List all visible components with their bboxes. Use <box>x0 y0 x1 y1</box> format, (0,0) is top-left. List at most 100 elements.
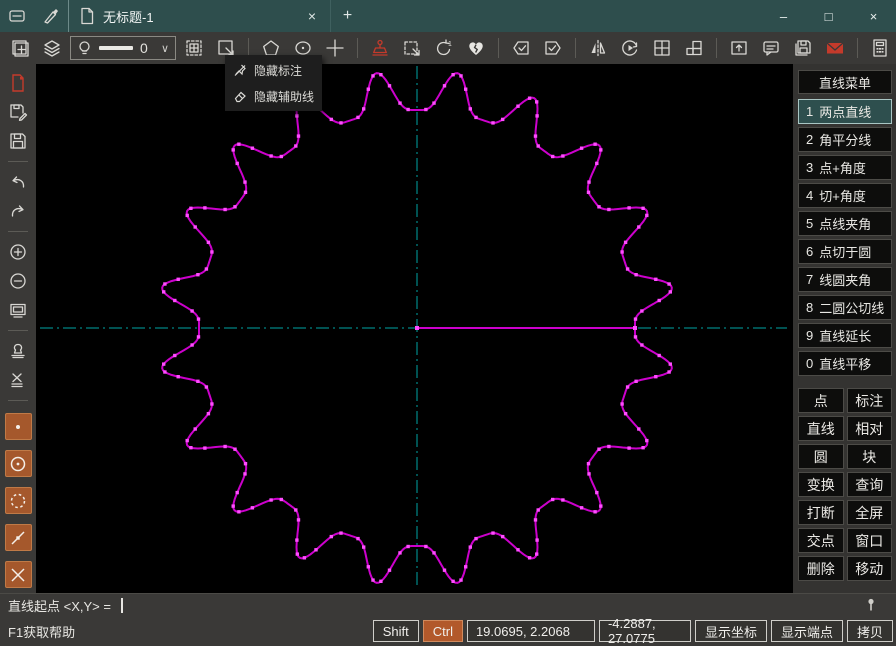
menu-item-line-circle-angle[interactable]: 7 线圆夹角 <box>798 267 892 292</box>
save-all-button[interactable] <box>789 35 817 61</box>
tab-title: 无标题-1 <box>103 7 294 26</box>
line-node-tool-button[interactable] <box>5 524 32 551</box>
tag-check-out-button[interactable] <box>539 35 567 61</box>
line-style-combobox[interactable]: 0 ∨ <box>70 36 176 60</box>
fit-view-icon <box>8 300 28 320</box>
hide-pin-icon <box>233 63 247 77</box>
copy-button[interactable]: 拷贝 <box>847 620 893 642</box>
heart-button[interactable] <box>462 35 490 61</box>
mail-icon <box>825 38 845 58</box>
grid-table-button[interactable] <box>180 35 208 61</box>
grid-button-circle[interactable]: 圆 <box>798 444 844 469</box>
zoom-out-button[interactable] <box>6 270 30 292</box>
grid-button-block[interactable]: 块 <box>847 444 893 469</box>
mirror-button[interactable] <box>584 35 612 61</box>
new-window-button[interactable] <box>6 35 34 61</box>
drawing-canvas[interactable] <box>36 64 793 593</box>
hide-guides-menu-item[interactable]: 隐藏辅助线 <box>225 83 322 109</box>
ctrl-toggle-button[interactable]: Ctrl <box>423 620 463 642</box>
brush-tool-button[interactable] <box>34 0 68 32</box>
right-panel: 直线菜单 1两点直线 2角平分线 3点+角度 4切+角度 5点线夹角 6点切于圆… <box>793 64 896 593</box>
grid-button-line[interactable]: 直线 <box>798 416 844 441</box>
menu-item-point-angle[interactable]: 3点+角度 <box>798 155 892 180</box>
menu-title: 直线菜单 <box>798 70 892 94</box>
new-tab-button[interactable]: + <box>330 0 364 32</box>
pin-icon[interactable] <box>864 597 878 613</box>
grid-button-query[interactable]: 查询 <box>847 472 893 497</box>
toolbar-separator <box>857 38 858 58</box>
menu-item-two-point-line[interactable]: 1两点直线 <box>798 99 892 124</box>
app-menu-button[interactable] <box>0 0 34 32</box>
grid-button-intersection[interactable]: 交点 <box>798 528 844 553</box>
dashed-circle-tool-button[interactable] <box>5 487 32 514</box>
grid-2x2-button[interactable] <box>648 35 676 61</box>
undo-button[interactable] <box>6 171 30 193</box>
fit-view-button[interactable] <box>6 299 30 321</box>
close-all-button[interactable] <box>6 369 30 391</box>
relative-coordinates-display: -4.2887, 27.0775 <box>599 620 691 642</box>
rotate-play-button[interactable] <box>616 35 644 61</box>
document-tab[interactable]: 无标题-1 × <box>68 0 330 32</box>
item-hotkey: 7 <box>806 272 813 287</box>
menu-item-label: 隐藏辅助线 <box>254 88 314 105</box>
rotate-once-button[interactable]: 1 <box>430 35 458 61</box>
zoom-out-icon <box>8 271 28 291</box>
point-icon <box>9 418 27 436</box>
title-bar: 无标题-1 × + – □ × <box>0 0 896 32</box>
left-toolbar-separator <box>8 400 28 401</box>
help-hint: F1获取帮助 <box>8 622 369 641</box>
command-input-bar[interactable]: 直线起点 <X,Y> = <box>0 593 896 616</box>
layers-button[interactable] <box>38 35 66 61</box>
grid-button-break[interactable]: 打断 <box>798 500 844 525</box>
menu-item-tangent-angle[interactable]: 4切+角度 <box>798 183 892 208</box>
menu-item-label: 隐藏标注 <box>254 62 302 79</box>
menu-item-common-tangent[interactable]: 8二圆公切线 <box>798 295 892 320</box>
tag-check-in-button[interactable] <box>507 35 535 61</box>
grid-button-delete[interactable]: 删除 <box>798 556 844 581</box>
grid-button-move[interactable]: 移动 <box>847 556 893 581</box>
item-label: 两点直线 <box>819 102 871 121</box>
grid-button-window[interactable]: 窗口 <box>847 528 893 553</box>
zoom-in-button[interactable] <box>6 241 30 263</box>
stamp-button[interactable] <box>6 340 30 362</box>
save-edit-button[interactable] <box>6 101 30 123</box>
minimize-button[interactable]: – <box>761 0 806 32</box>
circle-center-tool-button[interactable] <box>5 450 32 477</box>
menu-item-point-line-angle[interactable]: 5点线夹角 <box>798 211 892 236</box>
close-button[interactable]: × <box>851 0 896 32</box>
menu-item-angle-bisector[interactable]: 2角平分线 <box>798 127 892 152</box>
maximize-button[interactable]: □ <box>806 0 851 32</box>
grid-button-point[interactable]: 点 <box>798 388 844 413</box>
export-up-button[interactable] <box>725 35 753 61</box>
paste-selection-button[interactable] <box>398 35 426 61</box>
mail-button[interactable] <box>821 35 849 61</box>
delete-tool-button[interactable] <box>5 561 32 588</box>
point-tool-button[interactable] <box>5 413 32 440</box>
redo-button[interactable] <box>6 200 30 222</box>
new-doc-button[interactable] <box>6 72 30 94</box>
crosshair-button[interactable] <box>321 35 349 61</box>
grid-button-transform[interactable]: 变换 <box>798 472 844 497</box>
menu-item-line-offset[interactable]: 0直线平移 <box>798 351 892 376</box>
item-label: 点切于圆 <box>819 242 871 261</box>
shift-toggle-button[interactable]: Shift <box>373 620 419 642</box>
calculator-button[interactable] <box>866 35 894 61</box>
hide-annotations-menu-item[interactable]: 隐藏标注 <box>225 57 322 83</box>
save-button[interactable] <box>6 130 30 152</box>
show-endpoints-button[interactable]: 显示端点 <box>771 620 843 642</box>
new-doc-icon <box>9 73 27 93</box>
menu-item-line-extend[interactable]: 9直线延长 <box>798 323 892 348</box>
plumb-bob-button[interactable] <box>366 35 394 61</box>
layout-blocks-button[interactable] <box>680 35 708 61</box>
comment-button[interactable] <box>757 35 785 61</box>
item-label: 线圆夹角 <box>819 270 871 289</box>
tab-close-button[interactable]: × <box>302 8 322 24</box>
grid-button-relative[interactable]: 相对 <box>847 416 893 441</box>
tool-grid: 点 标注 直线 相对 圆 块 变换 查询 打断 全屏 交点 窗口 删除 移动 <box>798 388 892 581</box>
item-hotkey: 3 <box>806 160 813 175</box>
item-label: 点线夹角 <box>819 214 871 233</box>
show-coordinates-button[interactable]: 显示坐标 <box>695 620 767 642</box>
menu-item-point-tangent-circle[interactable]: 6点切于圆 <box>798 239 892 264</box>
grid-button-dimension[interactable]: 标注 <box>847 388 893 413</box>
grid-button-fullscreen[interactable]: 全屏 <box>847 500 893 525</box>
